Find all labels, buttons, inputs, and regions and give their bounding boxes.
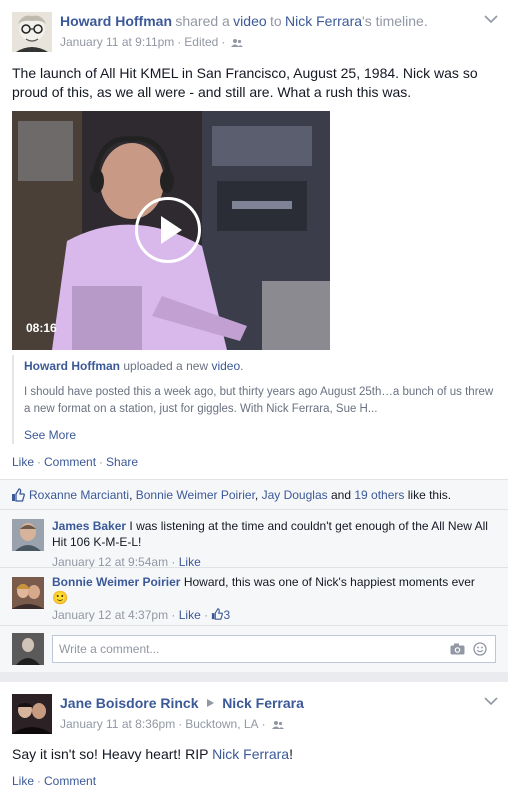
comment-item: James Baker I was listening at the time … bbox=[0, 509, 508, 570]
thumbs-up-icon bbox=[12, 488, 25, 502]
author-avatar[interactable] bbox=[12, 12, 52, 52]
location-link[interactable]: Bucktown, LA bbox=[185, 717, 258, 731]
share-link[interactable]: Share bbox=[106, 455, 138, 469]
others-link[interactable]: 19 others bbox=[354, 488, 404, 502]
likes-summary: Roxanne Marcianti, Bonnie Weimer Poirier… bbox=[0, 479, 508, 509]
target-name-link[interactable]: Nick Ferrara bbox=[285, 13, 362, 29]
comment-timestamp[interactable]: January 12 at 4:37pm bbox=[52, 608, 168, 622]
timestamp-link[interactable]: January 11 at 8:36pm bbox=[60, 717, 175, 731]
smiley-emoji: 🙂 bbox=[52, 590, 69, 605]
to-text: to bbox=[269, 13, 282, 29]
author-name-link[interactable]: Jane Boisdore Rinck bbox=[60, 695, 199, 711]
timestamp-link[interactable]: January 11 at 9:11pm bbox=[60, 35, 174, 49]
liker-link[interactable]: Jay Douglas bbox=[262, 488, 328, 502]
commenter-avatar[interactable] bbox=[12, 577, 44, 609]
comment-item: Bonnie Weimer Poirier Howard, this was o… bbox=[0, 567, 508, 625]
comment-placeholder: Write a comment... bbox=[59, 642, 160, 656]
comment-meta: January 12 at 4:37pm · Like · 3 bbox=[52, 608, 231, 622]
friends-audience-icon[interactable] bbox=[231, 38, 244, 48]
comment-link[interactable]: Comment bbox=[44, 455, 96, 469]
shared-text: shared a bbox=[175, 13, 230, 29]
see-more-link[interactable]: See More bbox=[24, 428, 496, 444]
post-header: Howard Hoffman shared a video to Nick Fe… bbox=[60, 13, 428, 29]
comment-input[interactable]: Write a comment... bbox=[52, 635, 496, 663]
thumbs-up-icon bbox=[212, 608, 224, 620]
message-text: Say it isn't so! Heavy heart! RIP bbox=[12, 746, 209, 762]
play-icon bbox=[161, 216, 182, 244]
edited-label[interactable]: Edited bbox=[184, 35, 218, 49]
comment-like-link[interactable]: Like bbox=[179, 608, 201, 622]
shared-object-link[interactable]: video bbox=[233, 13, 266, 29]
post-card-jane: Jane Boisdore Rinck Nick Ferrara January… bbox=[0, 682, 508, 797]
and-text: and bbox=[330, 488, 351, 502]
attachment-title: Howard Hoffman uploaded a new video. bbox=[24, 358, 496, 374]
write-comment-row: Write a comment... bbox=[0, 625, 508, 672]
post-message: The launch of All Hit KMEL in San Franci… bbox=[12, 65, 478, 100]
friends-audience-icon[interactable] bbox=[271, 720, 284, 730]
post-actions: Like · Comment bbox=[12, 774, 97, 788]
author-avatar[interactable] bbox=[12, 694, 52, 734]
attachment-action: uploaded a new bbox=[123, 359, 209, 373]
post-header: Jane Boisdore Rinck Nick Ferrara bbox=[60, 695, 304, 711]
attachment-box: Howard Hoffman uploaded a new video. I s… bbox=[12, 355, 496, 444]
comment-body: James Baker I was listening at the time … bbox=[52, 518, 492, 570]
post-card-howard: Howard Hoffman shared a video to Nick Fe… bbox=[0, 0, 508, 672]
comment-like-count[interactable]: 3 bbox=[223, 608, 230, 622]
like-this-text: like this. bbox=[407, 488, 452, 502]
comment-link[interactable]: Comment bbox=[44, 774, 96, 788]
liker-link[interactable]: Bonnie Weimer Poirier bbox=[136, 488, 255, 502]
commenter-name-link[interactable]: Bonnie Weimer Poirier bbox=[52, 575, 180, 589]
chevron-down-icon[interactable] bbox=[484, 14, 498, 24]
post-meta: January 11 at 9:11pm · Edited · bbox=[60, 35, 244, 49]
chevron-down-icon[interactable] bbox=[484, 696, 498, 706]
play-button[interactable] bbox=[135, 197, 201, 263]
likes-text: Roxanne Marcianti, Bonnie Weimer Poirier… bbox=[29, 488, 452, 502]
arrow-right-icon bbox=[206, 699, 214, 707]
message-suffix: ! bbox=[289, 746, 293, 762]
target-name-link[interactable]: Nick Ferrara bbox=[222, 695, 304, 711]
like-link[interactable]: Like bbox=[12, 455, 34, 469]
attachment-author-link[interactable]: Howard Hoffman bbox=[24, 359, 120, 373]
video-thumbnail[interactable]: 08:16 bbox=[12, 111, 330, 350]
comment-body: Bonnie Weimer Poirier Howard, this was o… bbox=[52, 574, 492, 623]
target-suffix: 's timeline. bbox=[362, 13, 428, 29]
viewer-avatar bbox=[12, 633, 44, 665]
commenter-avatar[interactable] bbox=[12, 519, 44, 551]
like-link[interactable]: Like bbox=[12, 774, 34, 788]
liker-link[interactable]: Roxanne Marcianti bbox=[29, 488, 129, 502]
emoticon-icon[interactable] bbox=[473, 642, 487, 656]
comments-section: James Baker I was listening at the time … bbox=[0, 509, 508, 672]
author-name-link[interactable]: Howard Hoffman bbox=[60, 13, 172, 29]
post-message: Say it isn't so! Heavy heart! RIP Nick F… bbox=[12, 746, 293, 762]
post-meta: January 11 at 8:36pm · Bucktown, LA · bbox=[60, 717, 284, 731]
camera-icon[interactable] bbox=[450, 643, 465, 655]
post-actions: Like · Comment · Share bbox=[12, 455, 139, 469]
mention-link[interactable]: Nick Ferrara bbox=[212, 746, 289, 762]
comment-text: Howard, this was one of Nick's happiest … bbox=[183, 575, 475, 589]
attachment-period: . bbox=[240, 359, 244, 373]
video-duration: 08:16 bbox=[26, 321, 57, 335]
commenter-name-link[interactable]: James Baker bbox=[52, 519, 126, 533]
attachment-object-link[interactable]: video bbox=[211, 359, 240, 373]
attachment-description: I should have posted this a week ago, bu… bbox=[24, 386, 494, 415]
